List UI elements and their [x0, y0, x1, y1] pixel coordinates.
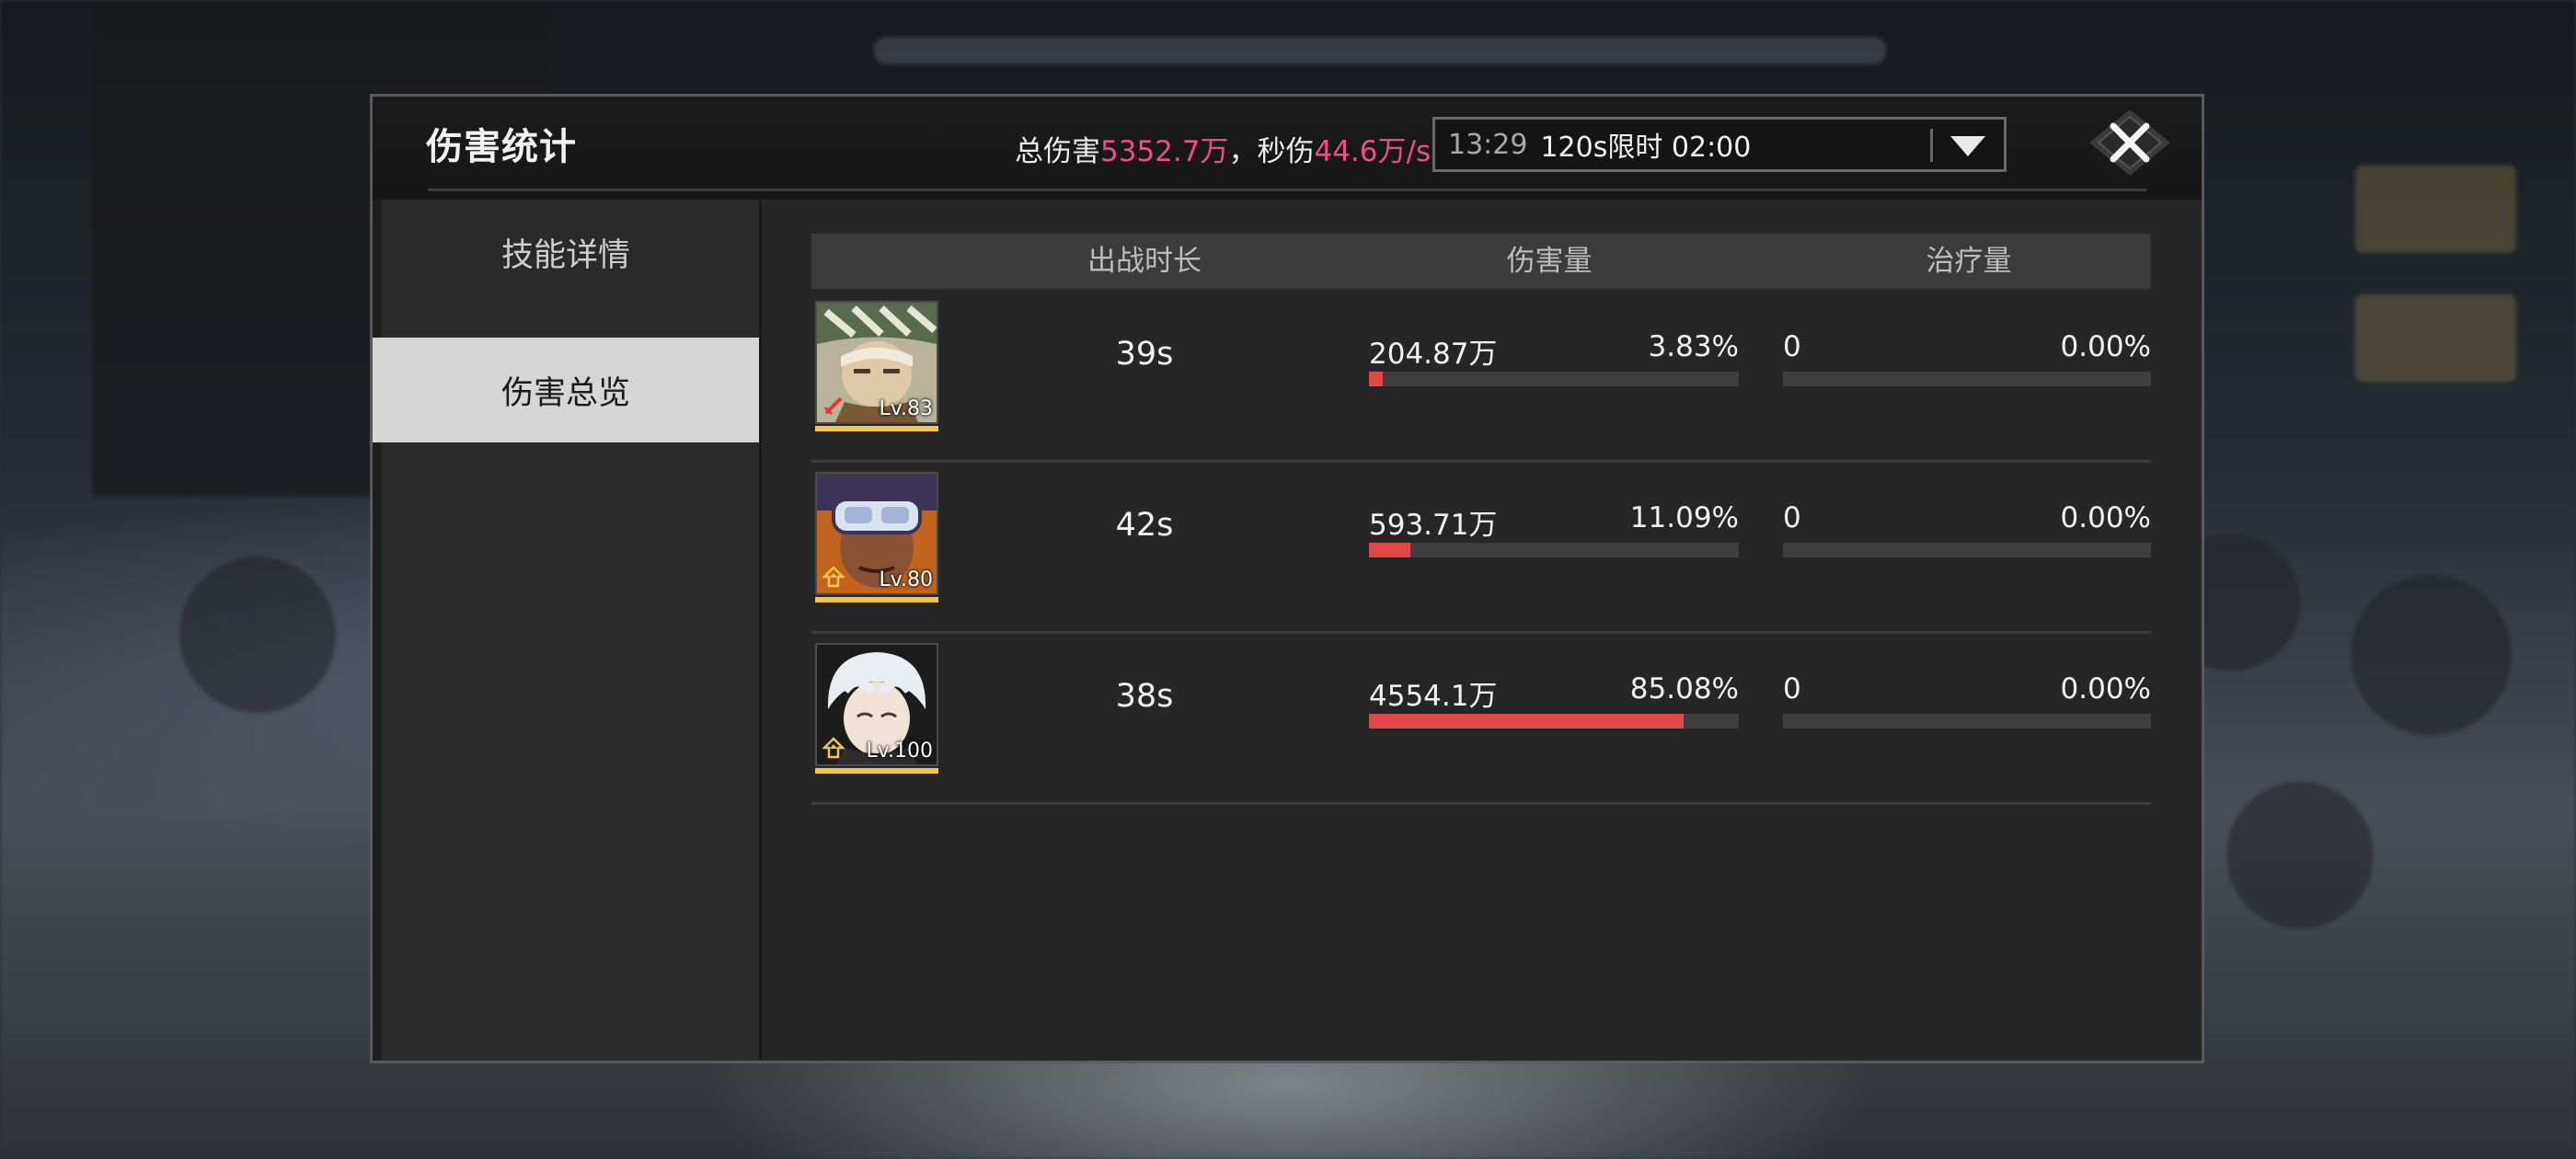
damage-percent: 11.09% [1629, 501, 1739, 534]
damage-bar-fill [1369, 714, 1685, 729]
character-portrait[interactable]: Lv.100 [815, 643, 938, 766]
table-row: Lv.100 38s 4554.1万 85.08% 0 0.00% [811, 634, 2151, 805]
dialog-header: 伤害统计 总伤害5352.7万，秒伤44.6万/s 13:29 120s限时 0… [373, 97, 2202, 200]
header-divider [428, 189, 2146, 191]
level-label: Lv.80 [879, 568, 933, 591]
header-damage: 伤害量 [1506, 245, 1593, 278]
heal-value: 0 [1783, 330, 1801, 363]
character-portrait[interactable]: Lv.83 [815, 301, 938, 424]
header-duration: 出战时长 [1087, 245, 1202, 278]
battle-duration: 39s [1115, 336, 1174, 373]
dialog-title: 伤害统计 [426, 125, 577, 168]
summary-separator: ， [1228, 135, 1258, 168]
close-x-icon [2089, 109, 2170, 176]
table-header: 出战时长 伤害量 治疗量 [811, 234, 2151, 289]
heal-value: 0 [1783, 672, 1801, 706]
level-bar [815, 768, 938, 774]
select-divider [1930, 129, 1933, 162]
red-slash-badge-icon [823, 396, 843, 416]
dps-value: 44.6万/s [1314, 135, 1432, 168]
record-time: 13:29 [1448, 128, 1528, 161]
damage-percent: 3.83% [1648, 330, 1739, 363]
heal-bar [1783, 543, 2151, 557]
gold-rank-badge-icon [822, 566, 845, 588]
sidebar-edge [373, 200, 382, 1061]
table-row: Lv.83 39s 204.87万 3.83% 0 0.00% [811, 292, 2151, 463]
total-damage-value: 5352.7万 [1100, 135, 1229, 168]
heal-percent: 0.00% [2060, 672, 2151, 706]
dps-label: 秒伤 [1257, 135, 1315, 168]
battle-record-select[interactable]: 13:29 120s限时 02:00 [1432, 117, 2007, 172]
damage-stats-dialog: 伤害统计 总伤害5352.7万，秒伤44.6万/s 13:29 120s限时 0… [370, 94, 2204, 1063]
level-bar [815, 426, 938, 431]
battle-duration: 38s [1115, 678, 1174, 715]
tab-damage-overview[interactable]: 伤害总览 [373, 338, 759, 442]
heal-bar [1783, 372, 2151, 386]
damage-bar [1369, 714, 1739, 729]
damage-bar-fill [1369, 543, 1410, 557]
level-bar [815, 597, 938, 602]
table-row: Lv.80 42s 593.71万 11.09% 0 0.00% [811, 463, 2151, 634]
level-label: Lv.100 [866, 740, 933, 763]
damage-percent: 85.08% [1629, 672, 1739, 706]
record-label: 120s限时 02:00 [1540, 132, 1752, 164]
tab-skill-details[interactable]: 技能详情 [373, 200, 759, 304]
gold-rank-badge-icon [822, 737, 845, 759]
battle-duration: 42s [1115, 507, 1174, 544]
heal-percent: 0.00% [2060, 501, 2151, 534]
damage-bar-fill [1369, 372, 1384, 386]
heal-value: 0 [1783, 501, 1801, 534]
damage-value: 4554.1万 [1369, 680, 1498, 713]
level-label: Lv.83 [879, 397, 933, 420]
header-heal: 治疗量 [1926, 245, 2012, 278]
heal-bar [1783, 714, 2151, 729]
damage-bar [1369, 543, 1739, 557]
total-damage-label: 总伤害 [1015, 135, 1100, 168]
dropdown-arrow-icon[interactable] [1950, 136, 1985, 156]
character-portrait[interactable]: Lv.80 [815, 472, 938, 595]
damage-bar [1369, 372, 1739, 386]
heal-percent: 0.00% [2060, 330, 2151, 363]
close-button[interactable] [2086, 106, 2174, 179]
sidebar: 技能详情 伤害总览 [373, 200, 762, 1061]
damage-summary: 总伤害5352.7万，秒伤44.6万/s [1015, 128, 1431, 169]
damage-value: 593.71万 [1369, 509, 1498, 542]
damage-value: 204.87万 [1369, 338, 1498, 371]
